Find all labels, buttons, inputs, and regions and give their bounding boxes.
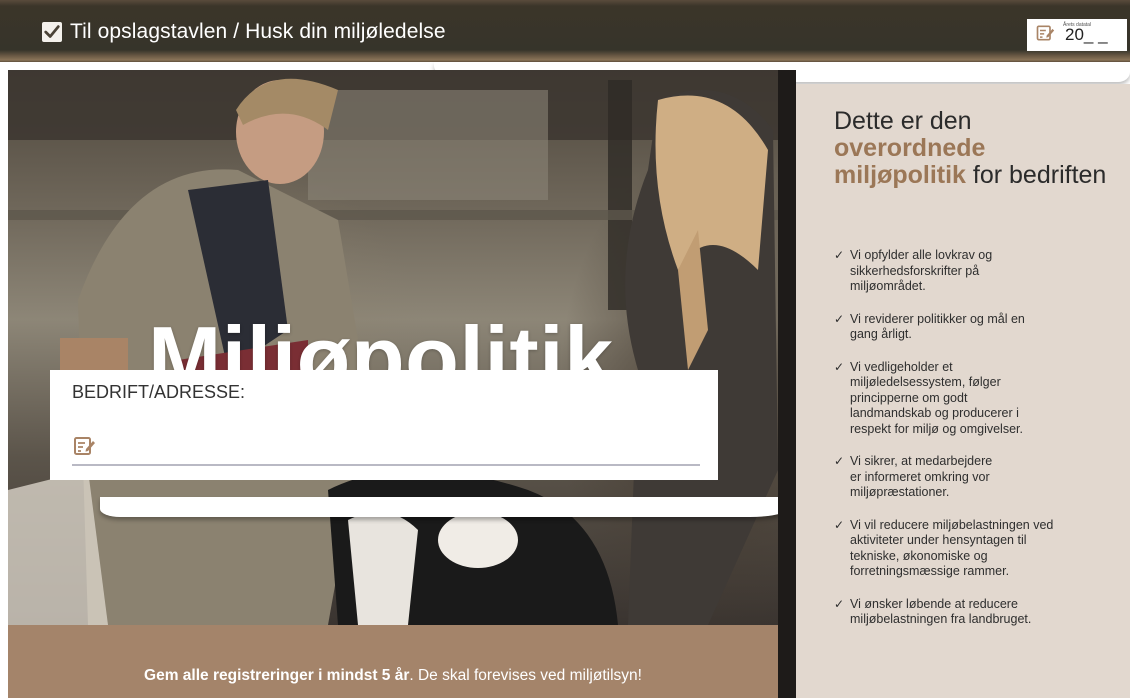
policy-heading-pre: Dette er den bbox=[834, 107, 972, 135]
company-address-label: BEDRIFT/ADRESSE: bbox=[72, 382, 246, 402]
policy-item-text: Vi opfylder alle lovkrav og sikkerhedsfo… bbox=[850, 248, 993, 293]
checkmark-icon: ✓ bbox=[834, 311, 845, 326]
policy-item-text: Vi vedligeholder et miljøledelsessystem,… bbox=[850, 359, 1023, 436]
policy-heading-post: for bedriften bbox=[972, 161, 1107, 189]
list-item: ✓ Vi vedligeholder et miljøledelsessystem… bbox=[834, 360, 1124, 438]
policy-item-text: Vi ønsker løbende at reducere miljøbelas… bbox=[850, 596, 1032, 627]
policy-panel: Dette er den overordnede miljøpolitik fo… bbox=[796, 84, 1130, 698]
company-address-card: BEDRIFT/ADRESSE: bbox=[50, 370, 718, 480]
policy-item-text: Vi vil reducere miljøbelastningen ved ak… bbox=[850, 517, 1054, 579]
policy-item-text: Vi sikrer, at medarbejdere er informeret… bbox=[850, 454, 993, 499]
checkmark-icon: ✓ bbox=[834, 596, 845, 611]
header-title: Til opslagstavlen / Husk din miljøledels… bbox=[70, 20, 446, 43]
checkbox-checked-icon[interactable] bbox=[42, 22, 62, 42]
year-field[interactable]: Årets datatal 20_ _ bbox=[1027, 19, 1127, 51]
checkmark-icon: ✓ bbox=[834, 248, 845, 262]
footer-bar: Gem alle registreringer i mindst 5 år. D… bbox=[8, 625, 778, 698]
list-item: ✓ Vi vil reducere miljøbelastningen ved a… bbox=[834, 518, 1124, 580]
policy-item-text: Vi reviderer politikker og mål en gang å… bbox=[850, 311, 1025, 342]
list-item: ✓ Vi sikrer, at medarbejdere er informere… bbox=[834, 454, 1124, 501]
checkmark-icon: ✓ bbox=[834, 359, 845, 374]
header-title-group: Til opslagstavlen / Husk din miljøledels… bbox=[42, 17, 446, 47]
vertical-divider bbox=[778, 70, 796, 698]
footer-note-rest: . De skal forevises ved miljøtilsyn! bbox=[409, 667, 642, 684]
checkmark-icon: ✓ bbox=[834, 454, 845, 468]
edit-note-icon bbox=[1035, 23, 1055, 48]
checkmark-icon: ✓ bbox=[834, 517, 845, 532]
list-item: ✓ Vi ønsker løbende at reducere miljøbela… bbox=[834, 597, 1124, 628]
policy-heading: Dette er den overordnede miljøpolitik fo… bbox=[834, 108, 1114, 189]
edit-note-icon bbox=[72, 434, 96, 458]
hero-photo: Miljøpolitik bbox=[8, 70, 778, 625]
footer-note-bold: Gem alle registreringer i mindst 5 år bbox=[144, 667, 410, 684]
policy-list: ✓ Vi opfylder alle lovkrav og sikkerhedsf… bbox=[834, 248, 1124, 645]
list-item: ✓ Vi reviderer politikker og mål en gang … bbox=[834, 312, 1124, 343]
policy-heading-accent: overordnede miljøpolitik bbox=[834, 134, 986, 189]
company-address-input[interactable] bbox=[72, 464, 700, 466]
card-curl-decoration bbox=[100, 497, 790, 517]
header-bar: Til opslagstavlen / Husk din miljøledels… bbox=[0, 0, 1130, 62]
year-value[interactable]: 20_ _ bbox=[1065, 25, 1108, 45]
list-item: ✓ Vi opfylder alle lovkrav og sikkerhedsf… bbox=[834, 248, 1124, 295]
footer-note: Gem alle registreringer i mindst 5 år. D… bbox=[8, 667, 778, 685]
